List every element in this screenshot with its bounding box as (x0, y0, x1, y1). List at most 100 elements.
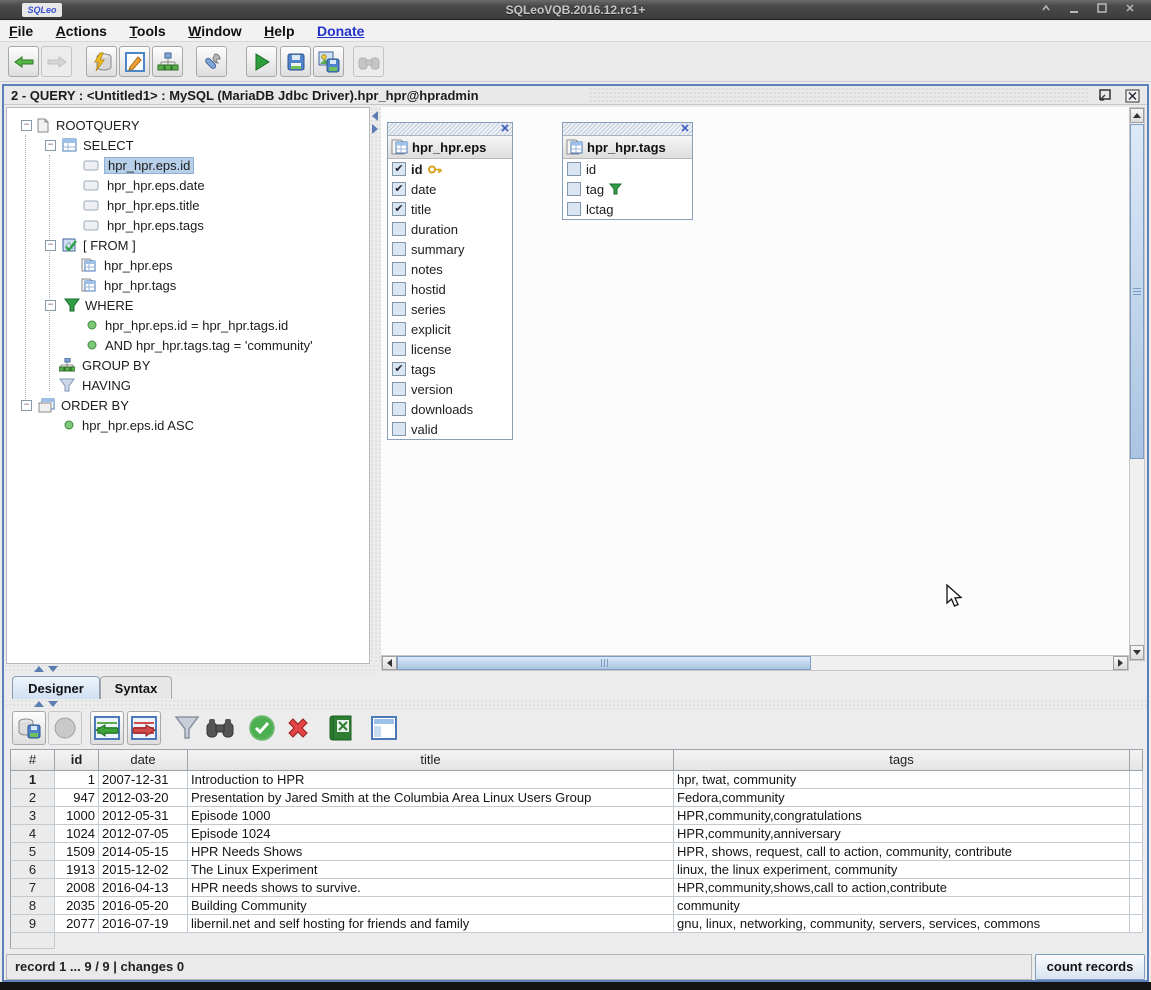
cell-title[interactable]: The Linux Experiment (188, 861, 674, 879)
menu-tools[interactable]: Tools (120, 21, 174, 42)
tree-node-where[interactable]: − WHERE (7, 295, 133, 315)
field-row[interactable]: series (388, 299, 512, 319)
cell-num[interactable]: 8 (10, 897, 55, 915)
field-row[interactable]: duration (388, 219, 512, 239)
query-frame-titlebar[interactable]: 2 - QUERY : <Untitled1> : MySQL (MariaDB… (4, 86, 1147, 105)
frame-close-button[interactable] (1122, 87, 1142, 104)
minimize-button[interactable] (1068, 2, 1090, 18)
card-drag-handle[interactable] (563, 123, 692, 136)
cell-num[interactable]: 5 (10, 843, 55, 861)
cell-title[interactable]: Episode 1024 (188, 825, 674, 843)
menu-donate[interactable]: Donate (308, 21, 373, 42)
preferences-button[interactable] (196, 46, 227, 77)
cell-title[interactable]: Introduction to HPR (188, 771, 674, 789)
column-header-title[interactable]: title (188, 749, 674, 771)
connect-db-button[interactable] (86, 46, 117, 77)
grid-splitter[interactable] (4, 699, 1147, 709)
column-header-tags[interactable]: tags (674, 749, 1130, 771)
cell-tags[interactable]: HPR, shows, request, call to action, com… (674, 843, 1130, 861)
checkbox[interactable]: ✔ (392, 162, 406, 176)
diagram-hscrollbar[interactable] (381, 655, 1129, 671)
cell-tags[interactable]: HPR,community,shows,call to action,contr… (674, 879, 1130, 897)
cell-tags[interactable]: gnu, linux, networking, community, serve… (674, 915, 1130, 933)
field-row[interactable]: hostid (388, 279, 512, 299)
tree-node-condition[interactable]: AND hpr_hpr.tags.tag = 'community' (7, 335, 313, 355)
field-row[interactable]: id (563, 159, 692, 179)
save-button[interactable] (280, 46, 311, 77)
expander-icon[interactable]: − (21, 120, 32, 131)
scroll-right-button[interactable] (1113, 656, 1128, 670)
checkbox[interactable] (392, 402, 406, 416)
export-excel-button[interactable] (324, 711, 358, 745)
table-row[interactable]: 3 1000 2012-05-31 Episode 1000 HPR,commu… (10, 807, 1143, 825)
card-header[interactable]: hpr_hpr.tags (563, 136, 692, 159)
cell-id[interactable]: 1913 (55, 861, 99, 879)
menu-window[interactable]: Window (179, 21, 251, 42)
field-row[interactable]: tag (563, 179, 692, 199)
card-close-icon[interactable] (681, 124, 689, 132)
hscrollbar-thumb[interactable] (397, 656, 811, 670)
fetch-next-button[interactable] (127, 711, 161, 745)
table-row[interactable]: 2 947 2012-03-20 Presentation by Jared S… (10, 789, 1143, 807)
cell-id[interactable]: 1024 (55, 825, 99, 843)
cell-num[interactable]: 2 (10, 789, 55, 807)
cell-tags[interactable]: community (674, 897, 1130, 915)
stop-button[interactable] (48, 711, 82, 745)
diagram-vscrollbar[interactable] (1129, 107, 1145, 661)
checkbox[interactable]: ✔ (392, 202, 406, 216)
new-query-button[interactable] (119, 46, 150, 77)
designer-splitter[interactable] (4, 664, 381, 674)
table-row[interactable]: 9 2077 2016-07-19 libernil.net and self … (10, 915, 1143, 933)
cell-title[interactable]: Presentation by Jared Smith at the Colum… (188, 789, 674, 807)
cell-num[interactable]: 4 (10, 825, 55, 843)
collapse-down-icon[interactable] (48, 701, 58, 707)
field-row[interactable]: summary (388, 239, 512, 259)
cell-num[interactable]: 3 (10, 807, 55, 825)
cell-date[interactable]: 2016-04-13 (99, 879, 188, 897)
cell-id[interactable]: 2077 (55, 915, 99, 933)
count-records-button[interactable]: count records (1035, 954, 1145, 980)
filter-button[interactable] (170, 711, 204, 745)
checkbox[interactable] (392, 422, 406, 436)
checkbox[interactable] (392, 322, 406, 336)
tree-node-from[interactable]: − [ FROM ] (7, 235, 136, 255)
rollback-button[interactable] (281, 711, 315, 745)
expand-up-icon[interactable] (34, 701, 44, 707)
frame-restore-button[interactable] (1094, 87, 1114, 104)
cell-id[interactable]: 2035 (55, 897, 99, 915)
cell-num[interactable]: 6 (10, 861, 55, 879)
table-row[interactable]: 8 2035 2016-05-20 Building Community com… (10, 897, 1143, 915)
cell-tags[interactable]: linux, the linux experiment, community (674, 861, 1130, 879)
cell-title[interactable]: HPR Needs Shows (188, 843, 674, 861)
cell-date[interactable]: 2016-05-20 (99, 897, 188, 915)
menu-help[interactable]: Help (255, 21, 303, 42)
tab-syntax[interactable]: Syntax (100, 676, 172, 700)
column-header-id[interactable]: id (55, 749, 99, 771)
cell-id[interactable]: 947 (55, 789, 99, 807)
expander-icon[interactable]: − (21, 400, 32, 411)
cell-date[interactable]: 2016-07-19 (99, 915, 188, 933)
maximize-button[interactable] (1096, 2, 1118, 18)
cell-tags[interactable]: HPR,community,congratulations (674, 807, 1130, 825)
find-button[interactable] (203, 711, 237, 745)
tree-node-orderby[interactable]: − ORDER BY (7, 395, 129, 415)
fetch-previous-button[interactable] (90, 711, 124, 745)
field-row[interactable]: ✔date (388, 179, 512, 199)
menu-actions[interactable]: Actions (47, 21, 116, 42)
checkbox[interactable] (392, 382, 406, 396)
table-row[interactable]: 5 1509 2014-05-15 HPR Needs Shows HPR, s… (10, 843, 1143, 861)
checkbox[interactable]: ✔ (392, 182, 406, 196)
expander-icon[interactable]: − (45, 140, 56, 151)
field-row[interactable]: explicit (388, 319, 512, 339)
expand-up-icon[interactable] (34, 666, 44, 672)
field-row[interactable]: license (388, 339, 512, 359)
tree-node-groupby[interactable]: GROUP BY (7, 355, 150, 375)
cell-title[interactable]: HPR needs shows to survive. (188, 879, 674, 897)
table-row[interactable]: 7 2008 2016-04-13 HPR needs shows to sur… (10, 879, 1143, 897)
cell-id[interactable]: 1 (55, 771, 99, 789)
collapse-down-icon[interactable] (48, 666, 58, 672)
cell-id[interactable]: 2008 (55, 879, 99, 897)
forward-button[interactable] (41, 46, 72, 77)
cell-date[interactable]: 2012-05-31 (99, 807, 188, 825)
field-row[interactable]: ✔tags (388, 359, 512, 379)
